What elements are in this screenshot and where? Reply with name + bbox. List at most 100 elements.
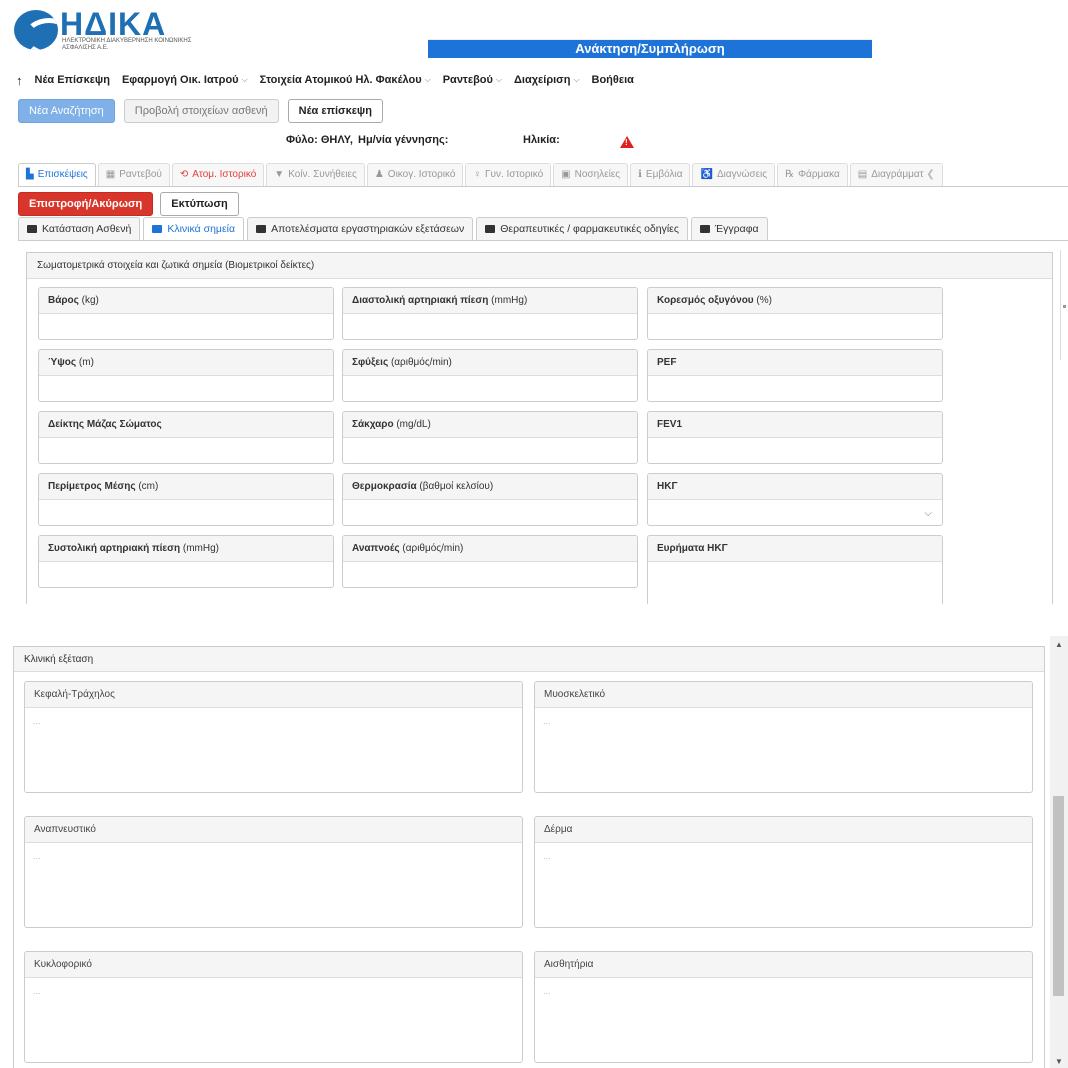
exam-skin[interactable]: Δέρμα ... (534, 816, 1033, 928)
exam-circulatory[interactable]: Κυκλοφορικό ... (24, 951, 523, 1063)
bmi-field[interactable]: Δείκτης Μάζας Σώματος (38, 411, 334, 464)
weight-field[interactable]: Βάρος (kg) (38, 287, 334, 340)
tab-therapy[interactable]: Θεραπευτικές / φαρμακευτικές οδηγίες (476, 217, 688, 241)
filter-icon: ▼ (274, 169, 285, 180)
list-icon (699, 225, 710, 234)
field-label: Ύψος (m) (39, 350, 333, 376)
list-icon (152, 225, 163, 234)
tab-hospitalizations[interactable]: ▣ Νοσηλείες (553, 163, 629, 186)
form-actions: Επιστροφή/Ακύρωση Εκτύπωση (18, 192, 239, 216)
menu-help[interactable]: Βοήθεια (592, 74, 634, 86)
tab-personal-history[interactable]: ⟲ Ατομ. Ιστορικό (171, 163, 265, 186)
tab-family-history[interactable]: ♟ Οικογ. Ιστορικό (366, 163, 464, 186)
tab-appointments[interactable]: ▦ Ραντεβού (97, 163, 170, 186)
diagnosis-icon: ♿ (700, 169, 713, 180)
exam-placeholder: ... (33, 716, 41, 726)
exam-senses[interactable]: Αισθητήρια ... (534, 951, 1033, 1063)
exam-label: Αναπνευστικό (25, 817, 522, 843)
tab-patient-status[interactable]: Κατάσταση Ασθενή (18, 217, 141, 241)
field-label: Δείκτης Μάζας Σώματος (39, 412, 333, 438)
exam-respiratory[interactable]: Αναπνευστικό ... (24, 816, 523, 928)
new-search-button[interactable]: Νέα Αναζήτηση (18, 99, 115, 123)
exam-placeholder: ... (543, 851, 551, 861)
exam-placeholder: ... (543, 716, 551, 726)
tab-vaccines[interactable]: ℹ Εμβόλια (630, 163, 691, 186)
chevron-left-icon[interactable]: ❮ (926, 169, 934, 180)
ecg-select[interactable]: ΗΚΓ ⌵ (647, 473, 943, 526)
temperature-field[interactable]: Θερμοκρασία (βαθμοί κελσίου) (342, 473, 638, 526)
chevron-down-icon: ⌵ (424, 75, 431, 84)
tab-visits[interactable]: ▙ Επισκέψεις (18, 163, 96, 186)
ideka-logo: ΗΔΙΚΑ ΗΛΕΚΤΡΟΝΙΚΗ ΔΙΑΚΥΒΕΡΝΗΣΗ ΚΟΙΝΩΝΙΚΗ… (14, 6, 214, 56)
pef-field[interactable]: PEF (647, 349, 943, 402)
tab-charts[interactable]: ▤ Διαγράμματ ❮ (849, 163, 943, 186)
waist-field[interactable]: Περίμετρος Μέσης (cm) (38, 473, 334, 526)
field-label: FEV1 (648, 412, 942, 438)
menu-family-doctor[interactable]: Εφαρμογή Οικ. Ιατρού ⌵ (122, 74, 248, 86)
diastolic-field[interactable]: Διαστολική αρτηριακή πίεση (mmHg) (342, 287, 638, 340)
scrollbar[interactable] (1060, 250, 1068, 360)
main-tabs: ▙ Επισκέψεις ▦ Ραντεβού ⟲ Ατομ. Ιστορικό ▼ Κ… (18, 163, 943, 186)
ecg-findings-field[interactable]: Ευρήματα ΗΚΓ (647, 535, 943, 604)
family-icon: ♟ (374, 169, 384, 180)
field-label: Διαστολική αρτηριακή πίεση (mmHg) (343, 288, 637, 314)
patient-gender: Φύλο: ΘΗΛΥ, (286, 134, 353, 146)
clinical-exam-panel: Κλινική εξέταση Κεφαλή-Τράχηλος ... Μυοσ… (13, 646, 1045, 1068)
scroll-dot (1063, 305, 1066, 308)
patient-actions: Νέα Αναζήτηση Προβολή στοιχείων ασθενή Ν… (18, 99, 383, 123)
list-icon (27, 225, 37, 234)
tabs-divider (18, 186, 1068, 187)
tab-documents[interactable]: Έγγραφα (690, 217, 768, 241)
field-label: Θερμοκρασία (βαθμοί κελσίου) (343, 474, 637, 500)
scroll-up-icon[interactable]: ▲ (1055, 640, 1063, 649)
scroll-thumb[interactable] (1053, 796, 1064, 996)
page-scrollbar[interactable]: ▲ ▼ (1050, 636, 1068, 1068)
vitals-title: Σωματομετρικά στοιχεία και ζωτικά σημεία… (27, 253, 1052, 279)
exam-placeholder: ... (543, 986, 551, 996)
scroll-down-icon[interactable]: ▼ (1055, 1057, 1063, 1066)
glucose-field[interactable]: Σάκχαρο (mg/dL) (342, 411, 638, 464)
female-icon: ♀ (473, 169, 481, 180)
menu-management[interactable]: Διαχείριση ⌵ (514, 74, 580, 86)
menu-health-record[interactable]: Στοιχεία Ατομικού Ηλ. Φακέλου ⌵ (260, 74, 431, 86)
exam-placeholder: ... (33, 986, 41, 996)
tab-habits[interactable]: ▼ Κοίν. Συνήθειες (266, 163, 365, 186)
menu-appointments[interactable]: Ραντεβού ⌵ (443, 74, 502, 86)
oxygen-field[interactable]: Κορεσμός οξυγόνου (%) (647, 287, 943, 340)
field-label: Κορεσμός οξυγόνου (%) (648, 288, 942, 314)
exam-label: Κυκλοφορικό (25, 952, 522, 978)
page-banner: Ανάκτηση/Συμπλήρωση (428, 16, 872, 60)
exam-label: Μυοσκελετικό (535, 682, 1032, 708)
exam-label: Δέρμα (535, 817, 1032, 843)
field-label: Σφύξεις (αριθμός/min) (343, 350, 637, 376)
height-field[interactable]: Ύψος (m) (38, 349, 334, 402)
vaccine-icon: ℹ (638, 169, 642, 180)
history-icon: ⟲ (179, 169, 189, 180)
exam-head-neck[interactable]: Κεφαλή-Τράχηλος ... (24, 681, 523, 793)
cancel-button[interactable]: Επιστροφή/Ακύρωση (18, 192, 154, 216)
exam-musculoskeletal[interactable]: Μυοσκελετικό ... (534, 681, 1033, 793)
vitals-panel: Σωματομετρικά στοιχεία και ζωτικά σημεία… (26, 252, 1053, 604)
systolic-field[interactable]: Συστολική αρτηριακή πίεση (mmHg) (38, 535, 334, 588)
print-button[interactable]: Εκτύπωση (160, 192, 239, 216)
banner-blank (428, 16, 872, 40)
tab-lab-results[interactable]: Αποτελέσματα εργαστηριακών εξετάσεων (247, 217, 474, 241)
tab-clinical-signs[interactable]: Κλινικά σημεία (143, 217, 245, 241)
main-menu: ↑ Νέα Επίσκεψη Εφαρμογή Οικ. Ιατρού ⌵ Στο… (16, 70, 634, 90)
warning-icon[interactable] (620, 136, 634, 148)
tab-diagnoses[interactable]: ♿ Διαγνώσεις (692, 163, 776, 186)
menu-new-visit[interactable]: Νέα Επίσκεψη (35, 74, 110, 86)
logo-mark-icon (14, 10, 58, 50)
fev1-field[interactable]: FEV1 (647, 411, 943, 464)
page-title: Ανάκτηση/Συμπλήρωση (428, 40, 872, 58)
list-icon (485, 225, 496, 234)
chevron-down-icon: ⌵ (241, 75, 248, 84)
tab-gyn-history[interactable]: ♀ Γυν. Ιστορικό (465, 163, 552, 186)
tab-drugs[interactable]: ℞ Φάρμακα (777, 163, 848, 186)
new-visit-button[interactable]: Νέα επίσκεψη (287, 99, 383, 123)
respiration-field[interactable]: Αναπνοές (αριθμός/min) (342, 535, 638, 588)
view-patient-button[interactable]: Προβολή στοιχείων ασθενή (123, 99, 279, 123)
pulse-field[interactable]: Σφύξεις (αριθμός/min) (342, 349, 638, 402)
subtabs-divider (18, 240, 1068, 241)
arrow-up-icon[interactable]: ↑ (16, 73, 23, 88)
